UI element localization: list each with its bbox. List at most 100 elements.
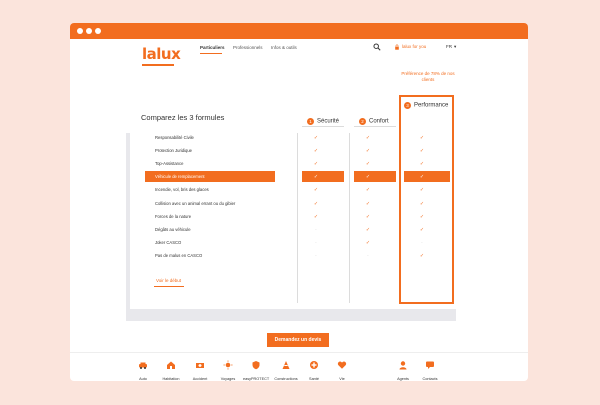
footer-item-easyprotect[interactable]: easyPROTECT: [243, 357, 269, 381]
nav-item-professionnels[interactable]: Professionnels: [233, 45, 263, 50]
checkmark-icon: ✓: [365, 200, 371, 207]
window-dot-icon[interactable]: [86, 28, 92, 34]
column-number-badge: 2: [359, 118, 366, 125]
house-icon: [167, 361, 175, 369]
search-icon[interactable]: [373, 43, 381, 51]
column-label: Performance: [414, 102, 449, 109]
window-dot-icon[interactable]: [77, 28, 83, 34]
checkmark-icon: ✓: [313, 213, 319, 220]
nav-item-particuliers[interactable]: Particuliers: [200, 45, 225, 50]
checkmark-icon: ✓: [419, 226, 425, 233]
footer-item-accident[interactable]: Accident: [187, 357, 213, 381]
row-label: Protection Juridique: [155, 148, 193, 154]
ambulance-icon: [196, 363, 204, 368]
preference-note: Préférence de 78% de nos clients: [401, 71, 455, 82]
checkmark-icon: ✓: [365, 187, 371, 194]
lock-icon: [395, 44, 399, 50]
footer-item-contacts[interactable]: Contacts: [417, 357, 443, 381]
footer-divider: [70, 352, 528, 353]
checkmark-icon: ✓: [419, 252, 425, 259]
row-label: Dégâts au véhicule: [155, 226, 191, 232]
footer-item-habitation[interactable]: Habitation: [158, 357, 184, 381]
row-label: Véhicule de remplacement: [155, 174, 205, 180]
footer-item-auto[interactable]: Auto: [130, 357, 156, 381]
footer-item-santé[interactable]: Santé: [301, 357, 327, 381]
checkmark-icon: ✓: [313, 161, 319, 168]
footer-item-label: Constructions: [274, 377, 298, 381]
dash-icon: ·: [315, 226, 317, 233]
column-divider: [297, 133, 298, 303]
footer-item-label: Auto: [139, 377, 147, 381]
footer-item-voyages[interactable]: Voyages: [215, 357, 241, 381]
nav-active-underline: [200, 53, 222, 54]
heart-icon: [337, 361, 347, 369]
footer-item-constructions[interactable]: Constructions: [273, 357, 299, 381]
row-label: Joker CASCO: [155, 239, 182, 245]
checkmark-icon: ✓: [365, 148, 371, 155]
checkmark-icon: ✓: [313, 148, 319, 155]
column-number-badge: 1: [307, 118, 314, 125]
footer-item-vie[interactable]: Vie: [329, 357, 355, 381]
footer-item-label: Contacts: [422, 377, 438, 381]
checkmark-icon: ✓: [365, 226, 371, 233]
checkmark-icon: ✓: [313, 174, 319, 181]
dash-icon: ·: [367, 252, 369, 259]
back-to-start-link[interactable]: Voir le début: [156, 278, 181, 283]
language-selector[interactable]: FR: [446, 44, 452, 49]
dash-icon: ·: [315, 239, 317, 246]
row-label: Collision avec un animal errant ou du gi…: [155, 200, 236, 206]
comparison-title: Comparez les 3 formules: [141, 113, 225, 122]
row-label: Top-Assistance: [155, 161, 184, 167]
column-header-confort: 2 Confort: [359, 118, 389, 125]
sun-icon: [223, 360, 233, 370]
shield-icon: [252, 361, 260, 370]
footer-item-label: Accident: [192, 377, 208, 381]
checkmark-icon: ✓: [419, 213, 425, 220]
checkmark-icon: ✓: [365, 161, 371, 168]
dash-icon: ·: [315, 252, 317, 259]
checkmark-icon: ✓: [419, 135, 425, 141]
footer-item-label: easyPROTECT: [243, 377, 270, 381]
row-label: Incendie, vol, bris des glaces: [155, 187, 209, 193]
footer-item-agents[interactable]: Agents: [390, 357, 416, 381]
chat-icon: [426, 361, 434, 369]
footer-item-label: Habitation: [162, 377, 180, 381]
cell-highlight: [354, 171, 396, 183]
cone-icon: [282, 361, 290, 369]
health-icon: [310, 361, 318, 369]
checkmark-icon: ✓: [365, 174, 371, 181]
checkmark-icon: ✓: [419, 148, 425, 155]
request-quote-button[interactable]: Demandez un devis: [267, 333, 329, 347]
window-titlebar: [70, 23, 528, 39]
chevron-down-icon[interactable]: ▾: [454, 44, 456, 50]
lux-for-you-link[interactable]: lalux for you: [402, 44, 426, 49]
column-label: Confort: [369, 118, 389, 125]
column-header-underline: [354, 126, 396, 127]
column-header-performance: 3 Performance: [404, 102, 448, 109]
site-header: lalux Particuliers Professionnels Infos …: [70, 39, 528, 85]
nav-item-infos[interactable]: Infos & outils: [271, 45, 297, 50]
checkmark-icon: ✓: [313, 187, 319, 194]
footer-item-label: Agents: [397, 377, 409, 381]
logo[interactable]: lalux: [142, 45, 181, 63]
cell-highlight: [302, 171, 344, 183]
checkmark-icon: ✓: [365, 213, 371, 220]
checkmark-icon: ✓: [419, 161, 425, 168]
checkmark-icon: ✓: [313, 200, 319, 207]
car-icon: [139, 362, 147, 369]
footer-item-label: Vie: [339, 377, 345, 381]
window-dot-icon[interactable]: [95, 28, 101, 34]
browser-window: lalux Particuliers Professionnels Infos …: [70, 23, 528, 381]
column-divider: [349, 133, 350, 303]
column-header-securite: 1 Sécurité: [307, 118, 339, 125]
footer-item-label: Santé: [309, 377, 319, 381]
column-number-badge: 3: [404, 102, 411, 109]
column-header-underline: [302, 126, 344, 127]
cell-highlight: [404, 171, 450, 183]
dash-icon: ·: [421, 239, 423, 246]
back-link-underline: [154, 286, 184, 287]
checkmark-icon: ✓: [419, 187, 425, 194]
checkmark-icon: ✓: [419, 200, 425, 207]
agent-icon: [399, 361, 407, 370]
performance-highlight-box: [399, 95, 454, 304]
